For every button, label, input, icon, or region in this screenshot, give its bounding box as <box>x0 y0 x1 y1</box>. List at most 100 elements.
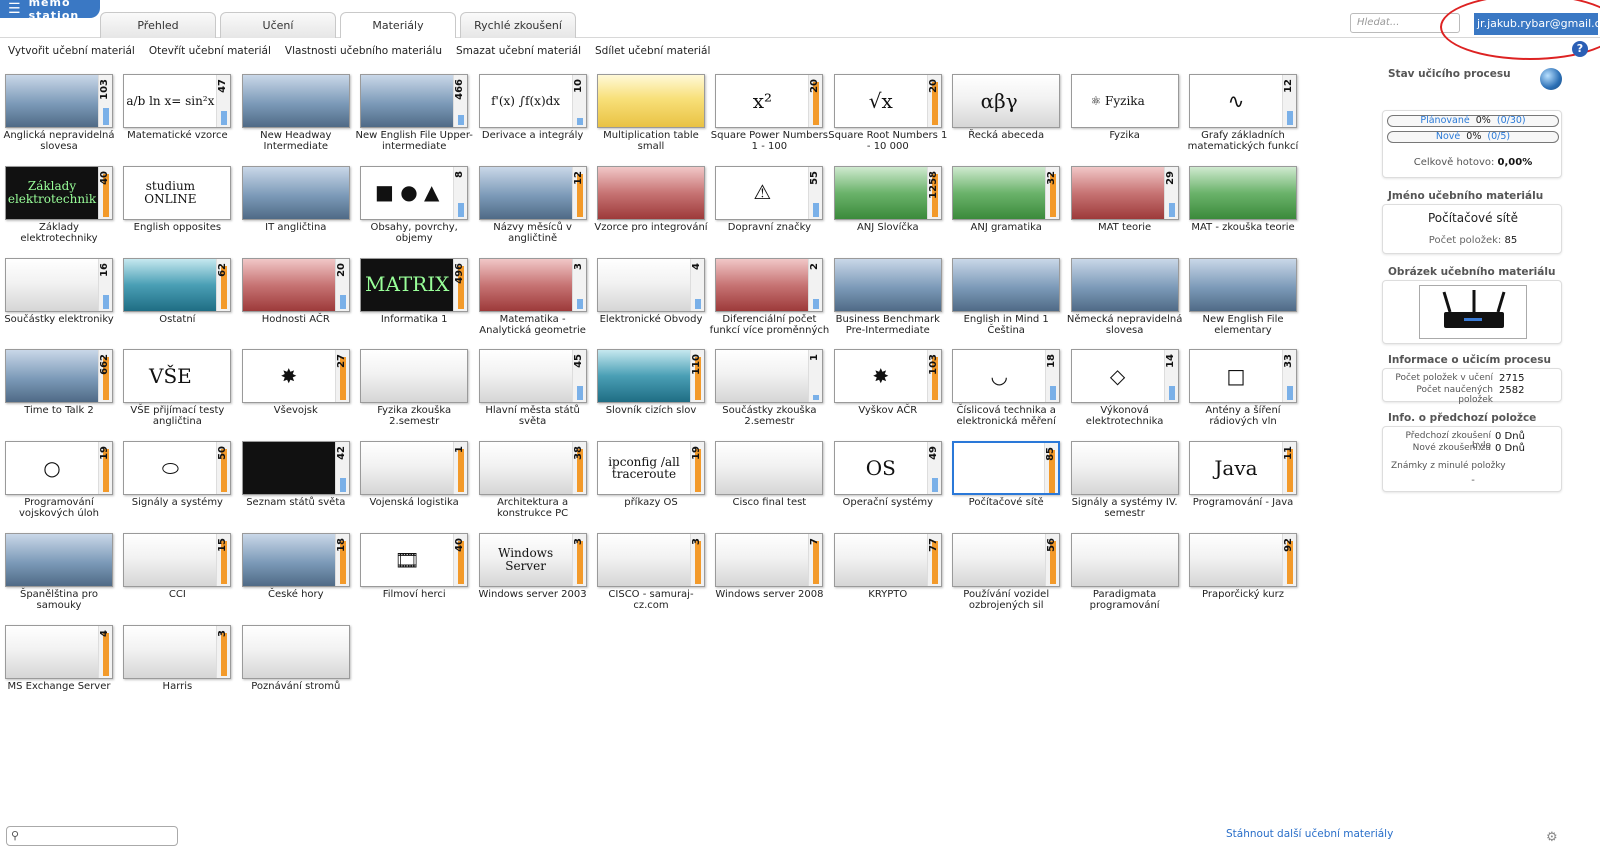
material-tile[interactable]: 62 Ostatní <box>123 257 241 346</box>
material-tile[interactable]: studium ONLINE English opposites <box>123 165 241 254</box>
tab-0[interactable]: Přehled <box>100 12 216 38</box>
material-thumbnail[interactable] <box>597 74 705 128</box>
tab-3[interactable]: Rychlé zkoušení <box>460 12 576 38</box>
material-thumbnail[interactable]: 29 <box>1070 165 1179 220</box>
material-tile[interactable]: Fyzika zkouška 2.semestr <box>360 349 478 437</box>
material-tile[interactable]: Java 11 Programování - Java <box>1189 441 1307 529</box>
material-thumbnail[interactable]: 7 <box>715 533 824 587</box>
material-thumbnail[interactable]: VŠE <box>123 349 232 404</box>
material-thumbnail[interactable] <box>1070 533 1179 587</box>
material-tile[interactable]: 1 Vojenská logistika <box>360 441 478 529</box>
material-thumbnail[interactable]: 62 <box>123 257 232 312</box>
material-thumbnail[interactable]: 18 <box>241 533 350 587</box>
material-tile[interactable]: Španělština pro samouky <box>5 533 123 621</box>
material-thumbnail[interactable] <box>241 165 350 220</box>
material-thumbnail[interactable]: Java 11 <box>1189 441 1297 496</box>
material-thumbnail[interactable]: ∿ 12 <box>1189 74 1297 128</box>
material-tile[interactable]: 18 České hory <box>241 533 360 621</box>
material-tile[interactable]: ■ ● ▲ 8 Obsahy, povrchy, objemy <box>360 165 478 254</box>
material-thumbnail[interactable]: 🎞 40 <box>360 533 469 587</box>
material-tile[interactable]: New English File elementary <box>1189 257 1307 346</box>
material-tile[interactable]: MAT - zkouška teorie <box>1189 165 1307 254</box>
material-tile[interactable]: Signály a systémy IV. semestr <box>1070 441 1189 529</box>
material-tile[interactable]: 77 KRYPTO <box>833 533 952 621</box>
material-thumbnail[interactable] <box>1070 257 1179 312</box>
material-thumbnail[interactable]: 12 <box>478 165 587 220</box>
material-thumbnail[interactable]: 466 <box>360 74 469 128</box>
material-tile[interactable]: ⬭ 50 Signály a systémy <box>123 441 241 529</box>
material-thumbnail[interactable]: 3 <box>597 533 705 587</box>
material-tile[interactable]: 38 Architektura a konstrukce PC <box>478 441 597 529</box>
material-tile[interactable]: 32 ANJ gramatika <box>952 165 1070 254</box>
material-thumbnail[interactable]: studium ONLINE <box>123 165 232 220</box>
material-thumbnail[interactable]: 15 <box>123 533 232 587</box>
material-thumbnail[interactable]: 4 <box>597 257 705 312</box>
material-thumbnail[interactable]: 4 <box>5 624 113 679</box>
material-tile[interactable]: 12 Názvy měsíců v angličtině <box>478 165 597 254</box>
material-tile[interactable]: Základy elektrotechnik 40 Základy elektrot… <box>5 165 123 254</box>
material-thumbnail[interactable]: ◡ 18 <box>952 349 1061 404</box>
app-logo[interactable]: ☰ memo station <box>0 0 100 22</box>
material-tile[interactable]: English in Mind 1 Čeština <box>952 257 1070 346</box>
material-tile[interactable]: αβγ Řecká abeceda <box>952 74 1070 162</box>
material-thumbnail[interactable]: 92 <box>1189 533 1297 587</box>
material-tile[interactable]: 4 Elektronické Obvody <box>597 257 715 346</box>
material-tile[interactable]: a/b ln x= sin²x 47 Matematické vzorce <box>123 74 241 162</box>
material-thumbnail[interactable]: ⚛ Fyzika <box>1070 74 1179 128</box>
material-tile[interactable]: 1258 ANJ Slovíčka <box>833 165 952 254</box>
toolbar-action-3[interactable]: Smazat učební materiál <box>456 45 581 57</box>
material-tile[interactable]: ⚠ 55 Dopravní značky <box>715 165 833 254</box>
material-tile[interactable]: Windows Server 3 Windows server 2003 <box>479 533 597 621</box>
material-tile[interactable]: 85 Počítačové sítě <box>952 441 1070 529</box>
material-thumbnail[interactable]: 42 <box>241 441 350 496</box>
material-tile[interactable]: 29 MAT teorie <box>1070 165 1189 254</box>
material-tile[interactable]: VŠE VŠE přijímací testy angličtina <box>123 349 241 437</box>
material-thumbnail[interactable]: x² 20 <box>715 74 824 128</box>
material-tile[interactable]: MATRIX 496 Informatika 1 <box>360 257 478 346</box>
toolbar-action-2[interactable]: Vlastnosti učebního materiálu <box>285 45 442 57</box>
material-tile[interactable]: OS 49 Operační systémy <box>833 441 952 529</box>
material-tile[interactable]: Vzorce pro integrování <box>594 165 715 254</box>
material-thumbnail[interactable] <box>833 257 942 312</box>
toolbar-action-0[interactable]: Vytvořit učební materiál <box>8 45 135 57</box>
material-thumbnail[interactable]: ⬭ 50 <box>123 441 232 496</box>
toolbar-action-1[interactable]: Otevřít učební materiál <box>149 45 271 57</box>
material-thumbnail[interactable]: Základy elektrotechnik 40 <box>5 165 113 220</box>
material-thumbnail[interactable] <box>5 533 113 587</box>
help-icon[interactable]: ? <box>1572 41 1588 57</box>
material-thumbnail[interactable]: √x 20 <box>833 74 942 128</box>
material-thumbnail[interactable]: 56 <box>952 533 1061 587</box>
material-tile[interactable]: ⚛ Fyzika Fyzika <box>1070 74 1189 162</box>
material-tile[interactable]: ✸ 27 Vševojsk <box>241 349 360 437</box>
material-tile[interactable]: New Headway Intermediate <box>241 74 360 162</box>
material-thumbnail[interactable]: 32 <box>952 165 1061 220</box>
material-thumbnail[interactable]: ✸ 27 <box>241 349 350 404</box>
material-tile[interactable]: 466 New English File Upper-intermediate <box>355 74 478 162</box>
material-thumbnail[interactable]: 20 <box>241 257 350 312</box>
material-tile[interactable]: 42 Seznam států světa <box>241 441 360 529</box>
material-tile[interactable]: x² 20 Square Power Numbers 1 - 100 <box>711 74 833 162</box>
material-thumbnail[interactable]: OS 49 <box>833 441 942 496</box>
material-thumbnail[interactable]: ⚠ 55 <box>715 165 824 220</box>
material-tile[interactable]: ipconfig /all traceroute 19 příkazy OS <box>597 441 715 529</box>
material-thumbnail[interactable]: 662 <box>5 349 113 404</box>
material-tile[interactable]: 🎞 40 Filmoví herci <box>360 533 478 621</box>
material-thumbnail[interactable]: Windows Server 3 <box>478 533 587 587</box>
material-thumbnail[interactable]: f'(x) ∫f(x)dx 10 <box>478 74 587 128</box>
material-thumbnail[interactable]: 1 <box>715 349 824 404</box>
material-thumbnail[interactable] <box>241 624 350 679</box>
material-tile[interactable]: ○ 19 Programování vojskových úloh <box>5 441 123 529</box>
material-thumbnail[interactable] <box>597 165 705 220</box>
material-tile[interactable]: √x 20 Square Root Numbers 1 - 10 000 <box>828 74 952 162</box>
material-thumbnail[interactable]: 1 <box>360 441 469 496</box>
material-thumbnail[interactable]: 16 <box>5 257 113 312</box>
material-thumbnail[interactable]: ipconfig /all traceroute 19 <box>597 441 705 496</box>
material-thumbnail[interactable]: ✸ 103 <box>833 349 942 404</box>
material-thumbnail[interactable]: 45 <box>478 349 587 404</box>
material-tile[interactable]: 3 Matematika - Analytická geometrie <box>478 257 597 346</box>
material-thumbnail[interactable]: ◇ 14 <box>1070 349 1179 404</box>
material-tile[interactable]: 4 MS Exchange Server <box>5 624 123 713</box>
material-thumbnail[interactable]: 3 <box>123 624 232 679</box>
material-thumbnail[interactable] <box>952 257 1061 312</box>
material-thumbnail[interactable]: MATRIX 496 <box>360 257 469 312</box>
